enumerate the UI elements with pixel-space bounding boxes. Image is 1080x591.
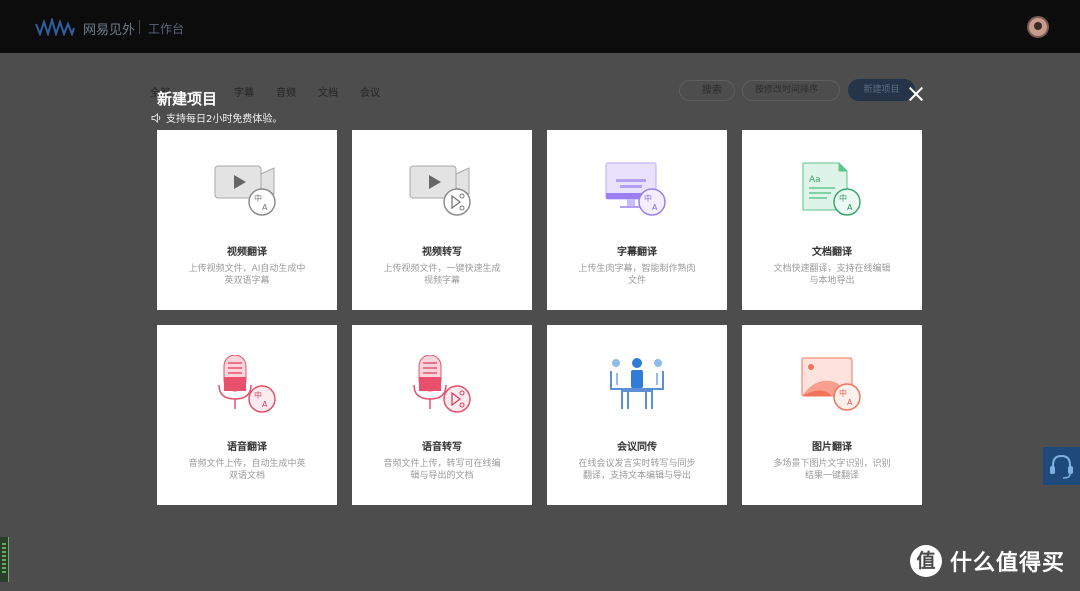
avatar[interactable] bbox=[1027, 16, 1049, 38]
image-translate-icon: 中 A bbox=[801, 357, 861, 411]
audio-transcribe-icon bbox=[413, 355, 471, 413]
card-description: 文档快速翻译，支持在线编辑与本地导出 bbox=[773, 264, 891, 286]
meeting-interpret-icon bbox=[610, 358, 664, 409]
card-description: 在线会议发言实时转写与同步翻译，支持文本编辑与导出 bbox=[578, 459, 696, 481]
card-title: 文档翻译 bbox=[812, 247, 852, 258]
modal-title: 新建项目 bbox=[157, 90, 218, 108]
brand-name[interactable]: 网易见外 bbox=[83, 19, 135, 38]
card-video-transcribe[interactable]: 视频转写 上传视频文件，一键快速生成视频字幕 bbox=[352, 130, 532, 310]
volume-meter bbox=[0, 537, 9, 582]
watermark-badge: 值 bbox=[910, 545, 942, 577]
svg-text:A: A bbox=[262, 400, 268, 409]
card-description: 音频文件上传，自动生成中英双语文档 bbox=[188, 459, 306, 481]
bg-sort-select: 按修改时间排序 bbox=[742, 80, 840, 101]
svg-text:A: A bbox=[847, 203, 853, 212]
watermark-text: 什么值得买 bbox=[950, 551, 1066, 576]
top-bar: 网易见外 工作台 bbox=[0, 0, 1080, 53]
logo-icon[interactable] bbox=[34, 18, 76, 36]
card-title: 图片翻译 bbox=[812, 442, 852, 453]
card-meeting-interpret[interactable]: 会议同传 在线会议发言实时转写与同步翻译，支持文本编辑与导出 bbox=[547, 325, 727, 505]
card-title: 语音翻译 bbox=[227, 442, 267, 453]
subtitle-translate-icon: 中 A bbox=[605, 162, 666, 216]
bg-tab-audio: 音频 bbox=[276, 88, 296, 99]
customer-service-button[interactable] bbox=[1043, 447, 1080, 485]
speaker-icon bbox=[151, 112, 161, 123]
card-title: 语音转写 bbox=[422, 442, 462, 453]
card-document-translate[interactable]: Aa 中 A 文档翻译 文档快速翻译，支持在线编辑与本地导出 bbox=[742, 130, 922, 310]
bg-sort-label: 按修改时间排序 bbox=[755, 85, 819, 95]
svg-text:中: 中 bbox=[254, 390, 262, 400]
close-icon[interactable] bbox=[906, 84, 926, 104]
card-description: 多场景下图片文字识别，识别结果一键翻译 bbox=[773, 459, 891, 481]
svg-text:A: A bbox=[847, 398, 853, 407]
video-translate-icon: 中 A bbox=[214, 165, 276, 216]
card-title: 视频转写 bbox=[422, 247, 462, 258]
workspace-link[interactable]: 工作台 bbox=[148, 20, 184, 37]
card-title: 字幕翻译 bbox=[617, 247, 657, 258]
bg-search-label: 搜索 bbox=[702, 85, 722, 96]
video-transcribe-icon bbox=[409, 165, 471, 216]
svg-text:中: 中 bbox=[839, 193, 847, 203]
card-audio-translate[interactable]: 中 A 语音翻译 音频文件上传，自动生成中英双语文档 bbox=[157, 325, 337, 505]
card-audio-transcribe[interactable]: 语音转写 音频文件上传，转写可在线编辑与导出的文档 bbox=[352, 325, 532, 505]
card-description: 上传生肉字幕，智能制作熟肉文件 bbox=[578, 264, 696, 286]
svg-text:中: 中 bbox=[839, 388, 847, 398]
bg-tab-document: 文档 bbox=[318, 88, 338, 99]
card-description: 上传视频文件，AI自动生成中英双语字幕 bbox=[188, 264, 306, 286]
card-video-translate[interactable]: 中 A 视频翻译 上传视频文件，AI自动生成中英双语字幕 bbox=[157, 130, 337, 310]
card-title: 视频翻译 bbox=[227, 247, 267, 258]
audio-translate-icon: 中 A bbox=[218, 355, 276, 413]
svg-text:中: 中 bbox=[254, 193, 262, 203]
svg-text:A: A bbox=[652, 203, 658, 212]
bg-new-project-button: 新建项目 bbox=[848, 79, 915, 101]
card-subtitle-translate[interactable]: 中 A 字幕翻译 上传生肉字幕，智能制作熟肉文件 bbox=[547, 130, 727, 310]
svg-text:Aa: Aa bbox=[809, 175, 821, 185]
divider bbox=[139, 20, 140, 34]
card-description: 上传视频文件，一键快速生成视频字幕 bbox=[383, 264, 501, 286]
card-image-translate[interactable]: 中 A 图片翻译 多场景下图片文字识别，识别结果一键翻译 bbox=[742, 325, 922, 505]
svg-text:A: A bbox=[262, 203, 268, 212]
headset-icon bbox=[1050, 454, 1073, 479]
document-translate-icon: Aa 中 A bbox=[802, 162, 861, 216]
notice-text: 支持每日2小时免费体验。 bbox=[166, 114, 283, 125]
bg-search-input: 搜索 bbox=[679, 80, 735, 101]
bg-tab-meeting: 会议 bbox=[360, 88, 380, 99]
svg-text:中: 中 bbox=[644, 193, 652, 203]
card-title: 会议同传 bbox=[617, 442, 657, 453]
card-description: 音频文件上传，转写可在线编辑与导出的文档 bbox=[383, 459, 501, 481]
free-trial-notice: 支持每日2小时免费体验。 bbox=[151, 110, 282, 125]
watermark: 值 什么值得买 bbox=[910, 545, 1065, 577]
bg-tab-subtitle: 字幕 bbox=[234, 88, 254, 99]
